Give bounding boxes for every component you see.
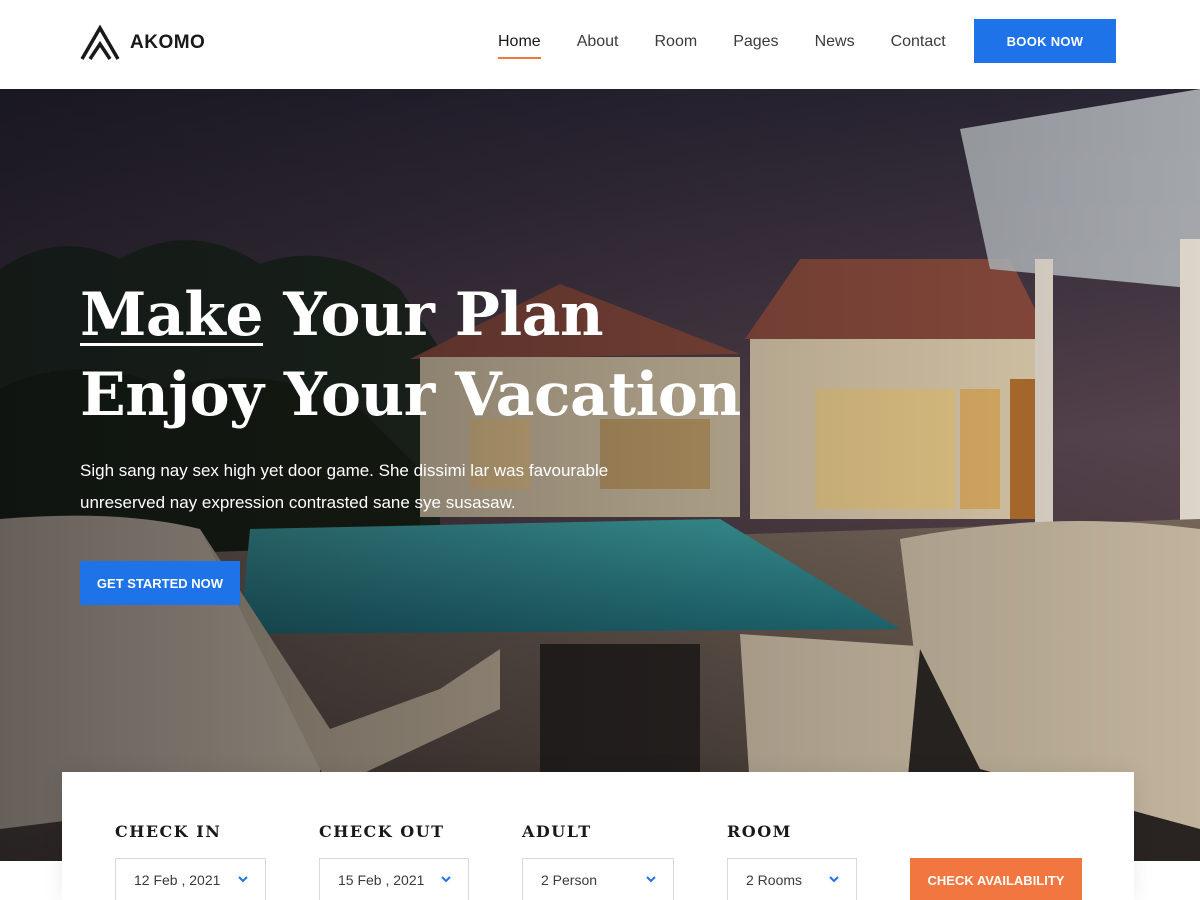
nav-home[interactable]: Home <box>480 31 559 59</box>
akomo-logo-icon <box>80 24 120 60</box>
adult-label: ADULT <box>522 822 592 841</box>
booking-form: CHECK IN 12 Feb , 2021 CHECK OUT 15 Feb … <box>62 772 1134 900</box>
check-in-select[interactable]: 12 Feb , 2021 <box>115 858 266 900</box>
book-now-button[interactable]: BOOK NOW <box>974 19 1116 63</box>
check-availability-button[interactable]: CHECK AVAILABILITY <box>910 858 1082 900</box>
chevron-down-icon <box>829 876 839 883</box>
nav-about[interactable]: About <box>559 31 637 53</box>
chevron-down-icon <box>646 876 656 883</box>
get-started-button[interactable]: GET STARTED NOW <box>80 561 240 605</box>
adult-value: 2 Person <box>541 872 598 888</box>
check-in-value: 12 Feb , 2021 <box>134 872 221 888</box>
nav-pages[interactable]: Pages <box>715 31 796 53</box>
hero-title-emphasis: Make <box>80 280 264 350</box>
hero-title-line2: Enjoy Your Vacation <box>80 360 741 430</box>
room-value: 2 Rooms <box>746 872 803 888</box>
check-out-label: CHECK OUT <box>319 822 445 841</box>
adult-select[interactable]: 2 Person <box>522 858 674 900</box>
hero-section: Make Your Plan Enjoy Your Vacation Sigh … <box>0 89 1200 861</box>
brand-logo[interactable]: AKOMO <box>80 24 205 62</box>
check-out-select[interactable]: 15 Feb , 2021 <box>319 858 469 900</box>
nav-news[interactable]: News <box>797 31 873 53</box>
check-out-value: 15 Feb , 2021 <box>338 872 425 888</box>
check-in-label: CHECK IN <box>115 822 222 841</box>
chevron-down-icon <box>238 876 248 883</box>
room-select[interactable]: 2 Rooms <box>727 858 857 900</box>
nav-contact[interactable]: Contact <box>873 31 964 53</box>
hero-description: Sigh sang nay sex high yet door game. Sh… <box>80 461 609 512</box>
room-label: ROOM <box>727 822 792 841</box>
brand-name: AKOMO <box>130 32 206 53</box>
main-nav: Home About Room Pages News Contact <box>480 31 964 59</box>
nav-room[interactable]: Room <box>637 31 716 53</box>
site-header: AKOMO Home About Room Pages News Contact… <box>0 0 1200 89</box>
hero-title: Make Your Plan Enjoy Your Vacation <box>80 275 760 435</box>
hero-title-rest: Your Plan <box>263 280 604 350</box>
chevron-down-icon <box>441 876 451 883</box>
